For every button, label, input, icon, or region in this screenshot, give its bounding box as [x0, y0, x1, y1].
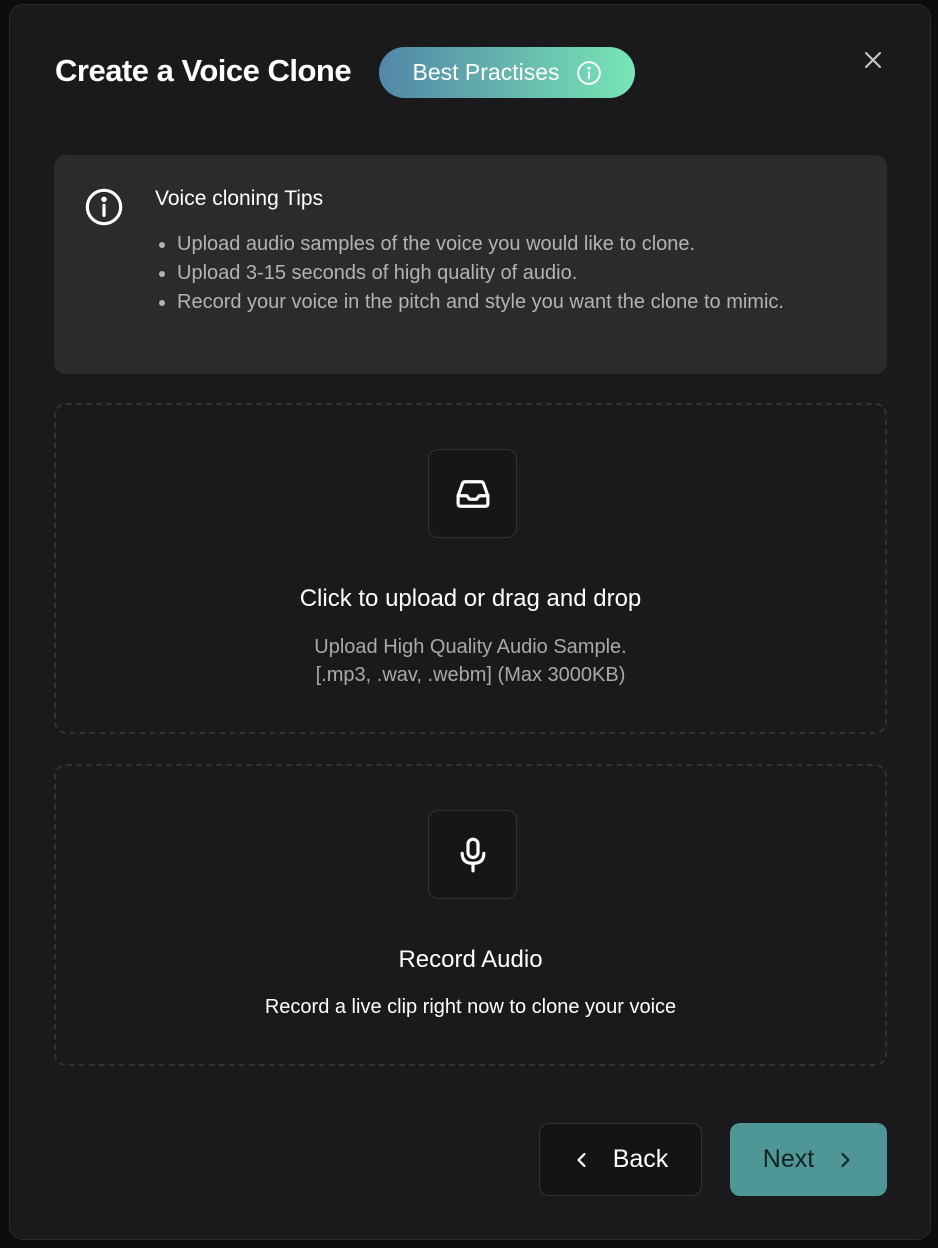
back-label: Back	[612, 1145, 669, 1173]
tip-item: Record your voice in the pitch and style…	[177, 288, 845, 317]
upload-subtitle: Upload High Quality Audio Sample.	[314, 636, 627, 658]
upload-icon-box	[428, 449, 517, 538]
back-button[interactable]: Back	[539, 1123, 702, 1196]
info-icon	[576, 60, 602, 86]
tip-item: Upload 3-15 seconds of high quality of a…	[177, 259, 845, 288]
close-button[interactable]	[860, 47, 886, 73]
best-practises-button[interactable]: Best Practises	[379, 47, 635, 98]
upload-dropzone[interactable]: Click to upload or drag and drop Upload …	[54, 403, 887, 734]
record-audio-zone[interactable]: Record Audio Record a live clip right no…	[54, 764, 887, 1066]
record-title: Record Audio	[398, 946, 543, 973]
chevron-left-icon	[577, 1152, 586, 1167]
microphone-icon	[460, 837, 485, 872]
tips-list: Upload audio samples of the voice you wo…	[155, 230, 845, 317]
next-label: Next	[762, 1145, 815, 1173]
voice-cloning-tips: Voice cloning Tips Upload audio samples …	[54, 155, 887, 374]
chevron-right-icon	[841, 1152, 850, 1167]
inbox-icon	[456, 479, 489, 508]
voice-clone-dialog: Create a Voice Clone Best Practises Voic…	[9, 4, 931, 1240]
record-icon-box	[428, 810, 517, 899]
upload-formats: [.mp3, .wav, .webm] (Max 3000KB)	[315, 664, 626, 686]
tips-title: Voice cloning Tips	[155, 187, 324, 210]
record-subtitle: Record a live clip right now to clone yo…	[264, 996, 677, 1018]
best-practises-label: Best Practises	[412, 59, 560, 85]
tip-item: Upload audio samples of the voice you wo…	[177, 230, 845, 259]
dialog-title: Create a Voice Clone	[55, 53, 352, 88]
info-icon	[84, 187, 124, 232]
upload-title: Click to upload or drag and drop	[299, 585, 642, 612]
close-icon	[865, 52, 881, 68]
next-button[interactable]: Next	[730, 1123, 887, 1196]
